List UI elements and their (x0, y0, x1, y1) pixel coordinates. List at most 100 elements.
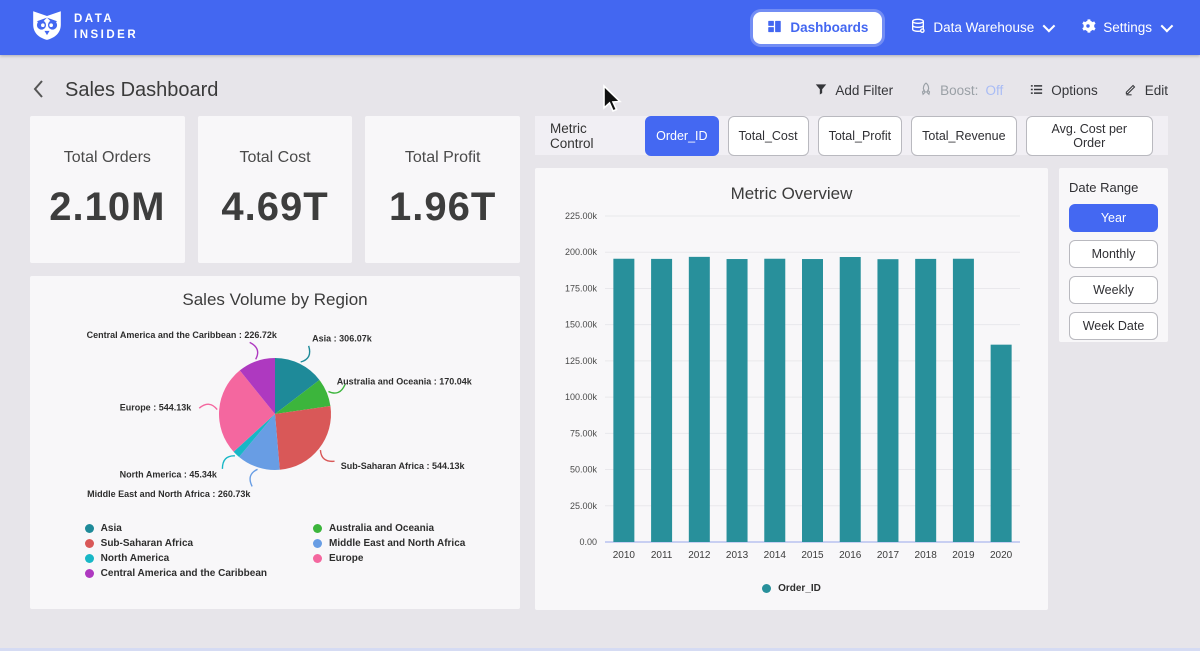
bar-2016[interactable] (840, 257, 861, 542)
x-axis-label: 2019 (952, 550, 975, 561)
legend-item-middle-east-and-north-africa[interactable]: Middle East and North Africa (313, 538, 465, 549)
pie-label-line (250, 342, 258, 359)
legend-item-australia-and-oceania[interactable]: Australia and Oceania (313, 523, 465, 534)
date-range-option-week-date[interactable]: Week Date (1069, 312, 1158, 340)
legend-dot (313, 539, 322, 548)
legend-dot (85, 524, 94, 533)
metric-option-total-revenue[interactable]: Total_Revenue (911, 116, 1016, 156)
legend-dot (762, 584, 771, 593)
metric-option-total-profit[interactable]: Total_Profit (818, 116, 903, 156)
kpi-label: Total Orders (64, 149, 151, 167)
legend-label: Sub-Saharan Africa (101, 538, 193, 549)
bar-chart: 225.00k200.00k175.00k150.00k125.00k100.0… (551, 204, 1032, 576)
edit-button[interactable]: Edit (1124, 82, 1168, 99)
y-axis-tick: 25.00k (570, 501, 598, 511)
pie-slice-sub-saharan-africa[interactable] (275, 406, 331, 470)
y-axis-tick: 0.00 (579, 537, 597, 547)
owl-logo-icon (30, 8, 64, 47)
bar-2012[interactable] (689, 257, 710, 542)
y-axis-tick: 175.00k (565, 283, 598, 293)
chevron-left-icon (32, 79, 45, 102)
list-icon (1029, 82, 1044, 100)
legend-item-central-america-and-the-caribbean[interactable]: Central America and the Caribbean (85, 568, 267, 579)
legend-dot (85, 554, 94, 563)
bar-2019[interactable] (953, 259, 974, 542)
kpi-value: 4.69T (221, 185, 328, 230)
pie-chart-card: Sales Volume by Region Asia : 306.07kAus… (30, 276, 520, 609)
add-filter-label: Add Filter (835, 83, 893, 98)
pie-legend: Asia Australia and Oceania Sub-Saharan Afr… (46, 523, 504, 579)
metric-control-label: Metric Control (550, 121, 633, 151)
legend-label: Central America and the Caribbean (101, 568, 267, 579)
funnel-icon (814, 82, 828, 99)
legend-item-north-america[interactable]: North America (85, 553, 267, 564)
settings-label: Settings (1103, 20, 1152, 35)
date-range-option-weekly[interactable]: Weekly (1069, 276, 1158, 304)
x-axis-label: 2016 (839, 550, 862, 561)
legend-label: Order_ID (778, 583, 821, 594)
legend-item-asia[interactable]: Asia (85, 523, 267, 534)
legend-label: North America (101, 553, 170, 564)
metric-option-total-cost[interactable]: Total_Cost (728, 116, 809, 156)
kpi-total-cost: Total Cost 4.69T (198, 116, 353, 263)
metric-option-avg-cost-per-order[interactable]: Avg. Cost per Order (1026, 116, 1153, 156)
metric-control-bar: Metric Control Order_IDTotal_CostTotal_P… (535, 116, 1168, 155)
legend-item-order-id[interactable]: Order_ID (762, 583, 821, 594)
bar-2011[interactable] (651, 259, 672, 542)
legend-label: Europe (329, 553, 363, 564)
kpi-value: 1.96T (389, 185, 496, 230)
pie-callout-label: Europe : 544.13k (120, 403, 193, 413)
gear-icon (1080, 18, 1096, 37)
kpi-label: Total Profit (405, 149, 481, 167)
date-range-option-year[interactable]: Year (1069, 204, 1158, 232)
legend-dot (313, 554, 322, 563)
x-axis-label: 2015 (801, 550, 824, 561)
back-button[interactable] (32, 79, 45, 102)
pie-callout-label: Sub-Saharan Africa : 544.13k (341, 461, 466, 471)
brand-text: DATA INSIDER (74, 12, 138, 43)
pie-label-line (199, 404, 217, 409)
metric-control-options: Order_IDTotal_CostTotal_ProfitTotal_Reve… (645, 116, 1153, 156)
pie-label-line (222, 456, 234, 469)
legend-label: Australia and Oceania (329, 523, 434, 534)
metric-option-order-id[interactable]: Order_ID (645, 116, 718, 156)
options-label: Options (1051, 83, 1098, 98)
pie-label-line (250, 469, 257, 486)
kpi-label: Total Cost (239, 149, 310, 167)
boost-toggle[interactable]: Boost: Off (919, 82, 1003, 99)
kpi-total-profit: Total Profit 1.96T (365, 116, 520, 263)
bar-2017[interactable] (877, 259, 898, 542)
legend-item-sub-saharan-africa[interactable]: Sub-Saharan Africa (85, 538, 267, 549)
x-axis-label: 2014 (764, 550, 787, 561)
settings-menu[interactable]: Settings (1080, 18, 1170, 37)
bar-2014[interactable] (764, 259, 785, 542)
bar-chart-card: Metric Overview 225.00k200.00k175.00k150… (535, 168, 1048, 610)
data-warehouse-menu[interactable]: Data Warehouse (910, 18, 1052, 37)
bar-2013[interactable] (727, 259, 748, 542)
add-filter-button[interactable]: Add Filter (814, 82, 893, 99)
brand[interactable]: DATA INSIDER (30, 8, 138, 47)
y-axis-tick: 200.00k (565, 247, 598, 257)
date-range-option-monthly[interactable]: Monthly (1069, 240, 1158, 268)
grid-icon (767, 19, 782, 37)
boost-label: Boost: (940, 83, 978, 98)
y-axis-tick: 225.00k (565, 211, 598, 221)
bar-chart-title: Metric Overview (551, 184, 1032, 204)
data-warehouse-label: Data Warehouse (933, 20, 1034, 35)
x-axis-label: 2018 (915, 550, 938, 561)
chevron-down-icon (1161, 20, 1174, 33)
legend-label: Middle East and North Africa (329, 538, 465, 549)
dashboards-button[interactable]: Dashboards (753, 12, 882, 44)
legend-dot (313, 524, 322, 533)
legend-item-europe[interactable]: Europe (313, 553, 465, 564)
x-axis-label: 2017 (877, 550, 900, 561)
pie-chart-title: Sales Volume by Region (46, 290, 504, 310)
pie-callout-label: Middle East and North Africa : 260.73k (87, 489, 251, 499)
bar-2015[interactable] (802, 259, 823, 542)
bar-2020[interactable] (991, 345, 1012, 542)
date-range-label: Date Range (1069, 180, 1158, 195)
options-button[interactable]: Options (1029, 82, 1098, 100)
bar-chart-legend: Order_ID (551, 583, 1032, 594)
bar-2018[interactable] (915, 259, 936, 542)
bar-2010[interactable] (613, 259, 634, 542)
